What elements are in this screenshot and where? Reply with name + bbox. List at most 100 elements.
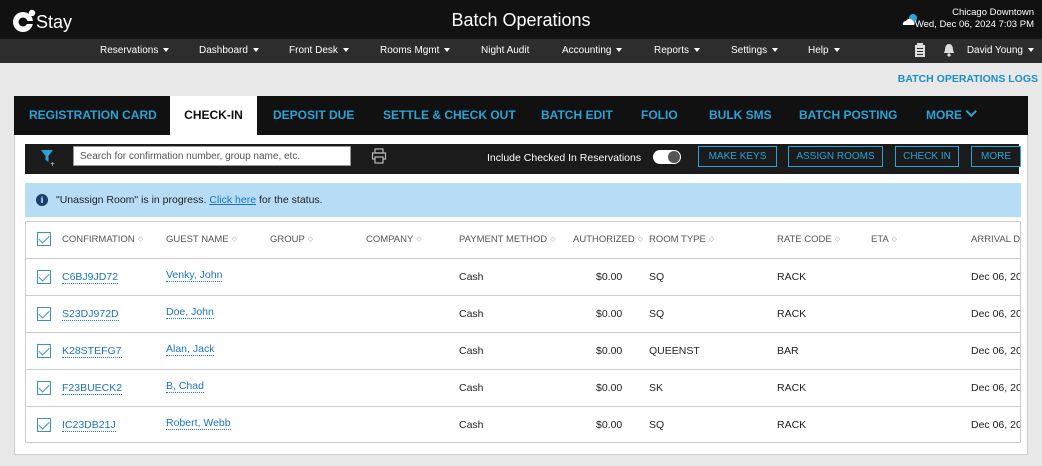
menu-night-audit[interactable]: Night Audit — [481, 45, 529, 56]
toolbar: + Include Checked In Reservations MAKE K… — [25, 144, 1021, 174]
tab-folio[interactable]: FOLIO — [641, 96, 678, 135]
make-keys-button[interactable]: MAKE KEYS — [698, 146, 777, 167]
check-in-panel: + Include Checked In Reservations MAKE K… — [14, 135, 1028, 455]
row-checkbox[interactable] — [37, 270, 51, 284]
tab-more[interactable]: MORE — [926, 96, 977, 135]
column-guest-name[interactable]: GUEST NAME ◇ — [166, 234, 237, 245]
table-row[interactable]: IC23DB21J Robert, Webb Cash $0.00 SQ RAC… — [26, 406, 1021, 442]
sort-icon: ◇ — [708, 236, 715, 243]
bell-icon[interactable] — [943, 43, 955, 60]
payment-method: Cash — [459, 382, 484, 394]
include-checked-in-toggle[interactable] — [653, 150, 681, 164]
arrival-date: Dec 06, 2024 — [971, 419, 1021, 431]
confirmation-link[interactable]: K28STEFG7 — [62, 345, 122, 358]
guest-name-link[interactable]: Alan, Jack — [166, 343, 215, 356]
page-title: Batch Operations — [451, 10, 591, 30]
check-in-button[interactable]: CHECK IN — [895, 146, 959, 167]
row-checkbox[interactable] — [37, 307, 51, 321]
rate-code: RACK — [777, 271, 807, 283]
hotel-info[interactable]: Chicago Downtown Wed, Dec 06, 2024 7:03 … — [915, 7, 1034, 31]
chevron-down-icon — [1028, 48, 1034, 53]
column-arrival-date[interactable]: ARRIVAL DATE — [971, 234, 1020, 245]
column-payment-method[interactable]: PAYMENT METHOD ◇ — [459, 234, 556, 245]
authorized-amount: $0.00 — [596, 271, 623, 283]
confirmation-link[interactable]: IC23DB21J — [62, 419, 116, 432]
tab-batch-posting[interactable]: BATCH POSTING — [799, 96, 897, 135]
guest-name-link[interactable]: B, Chad — [166, 380, 204, 393]
chevron-down-icon — [342, 48, 349, 53]
guest-name-link[interactable]: Venky, John — [166, 269, 223, 282]
tab-registration-card[interactable]: REGISTRATION CARD — [29, 96, 157, 135]
batch-operations-logs-link[interactable]: BATCH OPERATIONS LOGS — [898, 73, 1038, 85]
info-banner: i "Unassign Room" is in progress. Click … — [25, 183, 1021, 217]
table-row[interactable]: K28STEFG7 Alan, Jack Cash $0.00 QUEENST … — [26, 332, 1021, 369]
assign-rooms-button[interactable]: ASSIGN ROOMS — [788, 146, 883, 167]
chevron-down-icon — [444, 48, 451, 53]
tab-bulk-sms[interactable]: BULK SMS — [709, 96, 772, 135]
filter-icon[interactable]: + — [41, 150, 55, 169]
menu-help[interactable]: Help — [808, 45, 840, 56]
chevron-down-icon — [252, 48, 259, 53]
banner-text: "Unassign Room" is in progress. Click he… — [56, 194, 323, 206]
confirmation-link[interactable]: F23BUECK2 — [62, 382, 123, 395]
column-eta[interactable]: ETA ◇ — [871, 234, 897, 245]
tab-deposit-due[interactable]: DEPOSIT DUE — [273, 96, 354, 135]
menu-accounting[interactable]: Accounting — [562, 45, 623, 56]
column-rate-code[interactable]: RATE CODE ◇ — [777, 234, 840, 245]
column-company[interactable]: COMPANY ◇ — [366, 234, 422, 245]
chevron-down-icon — [694, 48, 701, 53]
arrival-date: Dec 06, 2024 — [971, 271, 1021, 283]
reservations-table: CONFIRMATION ◇ GUEST NAME ◇ GROUP ◇ COMPANY… — [25, 221, 1021, 443]
menu-dashboard[interactable]: Dashboard — [199, 45, 259, 56]
arrival-date: Dec 06, 2024 — [971, 308, 1021, 320]
row-checkbox[interactable] — [37, 418, 51, 432]
column-group[interactable]: GROUP ◇ — [270, 234, 313, 245]
table-row[interactable]: C6BJ9JD72 Venky, John Cash $0.00 SQ RACK… — [26, 258, 1021, 295]
payment-method: Cash — [459, 271, 484, 283]
row-checkbox[interactable] — [37, 344, 51, 358]
select-all-checkbox[interactable] — [37, 232, 51, 246]
tab-settle-check-out[interactable]: SETTLE & CHECK OUT — [383, 96, 516, 135]
table-row[interactable]: S23DJ972D Doe, John Cash $0.00 SQ RACK D… — [26, 295, 1021, 332]
hotel-name: Chicago Downtown — [952, 7, 1034, 18]
guest-name-link[interactable]: Doe, John — [166, 306, 214, 319]
toggle-knob — [668, 151, 680, 163]
clipboard-icon[interactable] — [914, 43, 926, 60]
rate-code: BAR — [777, 345, 799, 357]
info-icon: i — [36, 194, 48, 206]
confirmation-link[interactable]: S23DJ972D — [62, 308, 119, 321]
menu-front-desk[interactable]: Front Desk — [289, 45, 349, 56]
status-link[interactable]: Click here — [209, 194, 256, 206]
confirmation-link[interactable]: C6BJ9JD72 — [62, 271, 119, 284]
column-room-type[interactable]: ROOM TYPE ◇ — [649, 234, 714, 245]
column-authorized[interactable]: AUTHORIZED ◇ — [573, 234, 643, 245]
room-type: QUEENST — [649, 345, 700, 357]
row-checkbox[interactable] — [37, 381, 51, 395]
authorized-amount: $0.00 — [596, 345, 623, 357]
table-header: CONFIRMATION ◇ GUEST NAME ◇ GROUP ◇ COMPANY… — [26, 222, 1020, 258]
column-confirmation[interactable]: CONFIRMATION ◇ — [62, 234, 143, 245]
table-row[interactable]: F23BUECK2 B, Chad Cash $0.00 SK RACK Dec… — [26, 369, 1021, 406]
batch-tabs: REGISTRATION CARD CHECK-IN DEPOSIT DUE S… — [14, 96, 1028, 135]
menu-reports[interactable]: Reports — [654, 45, 701, 56]
tab-check-in[interactable]: CHECK-IN — [170, 96, 257, 135]
main-menu: Reservations Dashboard Front Desk Rooms … — [0, 39, 1042, 63]
title-bar: Stay Batch Operations Chicago Downtown W… — [0, 0, 1042, 39]
rate-code: RACK — [777, 308, 807, 320]
print-icon[interactable] — [371, 148, 387, 167]
search-input[interactable] — [73, 146, 351, 166]
menu-rooms-mgmt[interactable]: Rooms Mgmt — [380, 45, 451, 56]
menu-reservations[interactable]: Reservations — [100, 45, 170, 56]
arrival-date: Dec 06, 2024 — [971, 345, 1021, 357]
user-menu[interactable]: David Young — [967, 45, 1034, 56]
sort-icon: ◇ — [834, 236, 841, 243]
tab-batch-edit[interactable]: BATCH EDIT — [541, 96, 613, 135]
chevron-down-icon — [772, 48, 779, 53]
payment-method: Cash — [459, 345, 484, 357]
payment-method: Cash — [459, 419, 484, 431]
menu-settings[interactable]: Settings — [731, 45, 779, 56]
sort-icon: ◇ — [137, 236, 144, 243]
more-actions-button[interactable]: MORE — [971, 146, 1021, 167]
arrival-date: Dec 06, 2024 — [971, 382, 1021, 394]
guest-name-link[interactable]: Robert, Webb — [166, 417, 231, 430]
